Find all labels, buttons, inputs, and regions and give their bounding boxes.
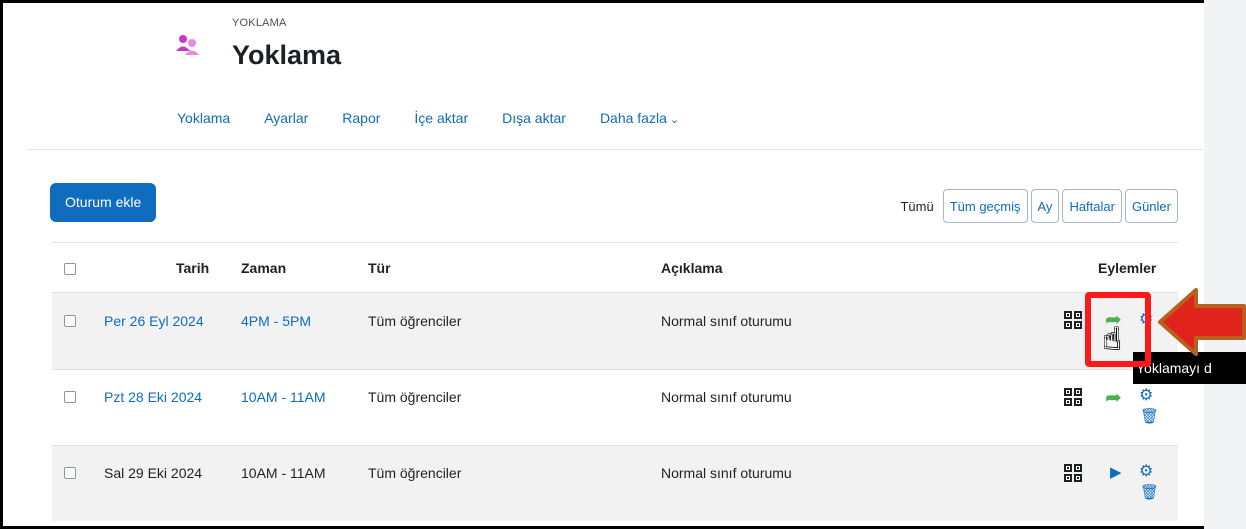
session-type: Tüm öğrenciler [368, 465, 462, 481]
row-checkbox[interactable] [64, 391, 76, 403]
session-time-link[interactable]: 10AM - 11AM [241, 389, 326, 405]
row-checkbox[interactable] [64, 315, 76, 327]
session-time-link[interactable]: 4PM - 5PM [241, 313, 311, 329]
page-title: Yoklama [232, 40, 342, 70]
select-all-checkbox[interactable] [64, 263, 76, 275]
row-checkbox[interactable] [64, 467, 76, 479]
session-time: 10AM - 11AM [241, 465, 326, 481]
nav-item-ayarlar[interactable]: Ayarlar [264, 110, 308, 126]
view-all-label: Tümü [900, 198, 934, 214]
column-header-actions: Eylemler [1098, 260, 1157, 276]
view-weeks-button[interactable]: Haftalar [1062, 189, 1122, 223]
nav-item-disa-aktar[interactable]: Dışa aktar [502, 110, 566, 126]
gear-icon[interactable]: ⚙ [1139, 461, 1153, 481]
hand-cursor-icon: ☝ [1103, 323, 1122, 356]
trash-icon[interactable]: 🗑 [1140, 407, 1159, 425]
column-header-description[interactable]: Açıklama [661, 260, 722, 276]
page-pretitle: YOKLAMA [232, 17, 287, 29]
qr-code-icon[interactable] [1064, 311, 1082, 329]
table-row: Pzt 28 Eki 2024 10AM - 11AM Tüm öğrencil… [52, 369, 1178, 445]
column-header-type[interactable]: Tür [368, 260, 391, 276]
chevron-down-icon: ⌄ [669, 114, 680, 126]
trash-icon[interactable]: 🗑 [1140, 483, 1159, 501]
session-date-link[interactable]: Pzt 28 Eki 2024 [104, 389, 202, 405]
session-description: Normal sınıf oturumu [661, 313, 792, 329]
nav-item-more[interactable]: Daha fazla ⌄ [600, 110, 679, 126]
view-days-button[interactable]: Günler [1124, 189, 1178, 223]
secondary-navigation: Yoklama Ayarlar Rapor İçe aktar Dışa akt… [177, 110, 713, 126]
qr-code-icon[interactable] [1064, 388, 1082, 406]
session-description: Normal sınıf oturumu [661, 465, 792, 481]
nav-item-yoklama[interactable]: Yoklama [177, 110, 230, 126]
session-type: Tüm öğrenciler [368, 313, 462, 329]
people-icon [176, 35, 199, 55]
play-icon[interactable]: ▶ [1110, 463, 1122, 481]
table-row: Per 26 Eyl 2024 4PM - 5PM Tüm öğrenciler… [52, 293, 1178, 369]
view-month-button[interactable]: Ay [1030, 189, 1060, 223]
table-row: Sal 29 Eki 2024 10AM - 11AM Tüm öğrencil… [52, 445, 1178, 521]
nav-item-ice-aktar[interactable]: İçe aktar [414, 110, 468, 126]
view-all-past-button[interactable]: Tüm geçmiş [942, 189, 1028, 223]
column-header-date[interactable]: Tarih [176, 260, 209, 276]
row-border [52, 445, 1178, 446]
left-arrow-icon [1158, 288, 1246, 356]
table-top-border [52, 242, 1178, 243]
add-session-button[interactable]: Oturum ekle [50, 183, 157, 222]
gear-icon[interactable]: ⚙ [1139, 385, 1153, 405]
nav-item-rapor[interactable]: Rapor [342, 110, 380, 126]
row-border [52, 369, 1178, 370]
session-date-link[interactable]: Per 26 Eyl 2024 [104, 313, 204, 329]
session-type: Tüm öğrenciler [368, 389, 462, 405]
column-header-time[interactable]: Zaman [241, 260, 286, 276]
session-date: Sal 29 Eki 2024 [104, 465, 203, 481]
take-attendance-icon[interactable]: ➦ [1105, 385, 1122, 410]
view-filter: Tümü Tüm geçmiş Ay Haftalar Günler [900, 189, 1178, 223]
qr-code-icon[interactable] [1064, 464, 1082, 482]
session-description: Normal sınıf oturumu [661, 389, 792, 405]
more-label: Daha fazla [599, 110, 667, 126]
right-gutter [1204, 0, 1246, 529]
divider [27, 149, 1203, 150]
